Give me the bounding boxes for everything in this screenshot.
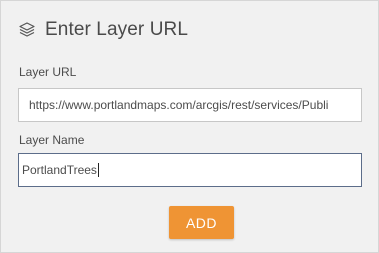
- layer-name-label: Layer Name: [19, 133, 85, 147]
- layer-name-input[interactable]: PortlandTrees: [18, 153, 362, 187]
- layer-url-input[interactable]: https://www.portlandmaps.com/arcgis/rest…: [18, 88, 362, 122]
- layers-icon: [18, 21, 36, 39]
- layer-url-label: Layer URL: [19, 65, 77, 79]
- panel-title: Enter Layer URL: [45, 19, 189, 40]
- enter-layer-url-panel: Enter Layer URL Layer URL https://www.po…: [0, 0, 379, 253]
- layer-name-value: PortlandTrees: [22, 163, 97, 177]
- layer-url-value: https://www.portlandmaps.com/arcgis/rest…: [29, 98, 329, 112]
- panel-header: Enter Layer URL: [18, 19, 188, 41]
- text-caret: [97, 163, 99, 177]
- add-button[interactable]: ADD: [169, 206, 234, 239]
